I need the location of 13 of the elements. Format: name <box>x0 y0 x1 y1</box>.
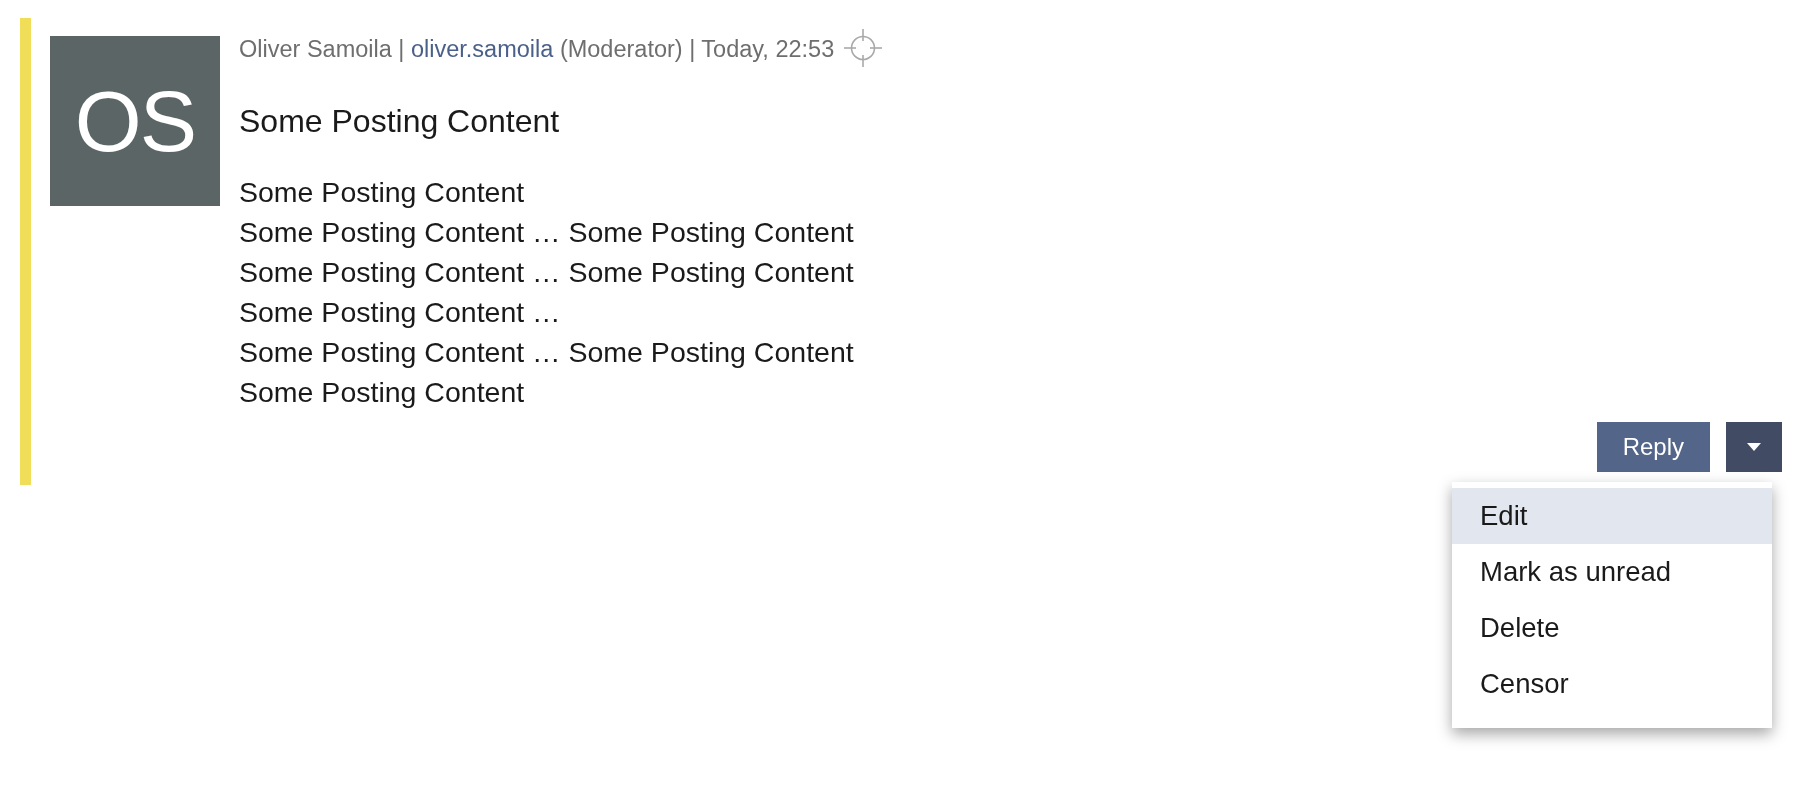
post-body: Some Posting Content Some Posting Content … Some Posting Content Some Posting Content … Some Posting Content Some Posting Content … Some Posting Content … Some Posting Content Some Posting Content <box>239 175 854 410</box>
post-meta: Oliver Samoila | oliver.samoila (Moderator) | Today, 22:53 <box>239 37 835 61</box>
menu-item[interactable]: Delete <box>1452 600 1772 656</box>
username-link[interactable]: oliver.samoila <box>410 36 554 62</box>
menu-item[interactable]: Censor <box>1452 656 1772 712</box>
user-avatar: OS <box>50 36 220 206</box>
menu-item[interactable]: Edit <box>1452 488 1772 544</box>
menu-toggle-button[interactable] <box>1726 422 1782 472</box>
post-title: Some Posting Content <box>239 102 560 141</box>
reply-button[interactable]: Reply <box>1596 422 1710 472</box>
crosshair-icon[interactable] <box>843 28 884 68</box>
caret-icon <box>1747 443 1761 451</box>
menu-item[interactable]: Mark as unread <box>1452 544 1772 600</box>
